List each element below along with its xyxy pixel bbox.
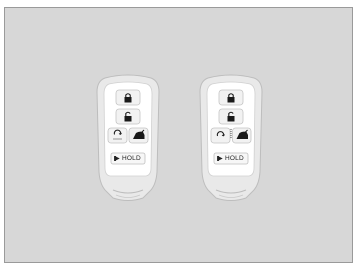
arrow-right-icon: ▶: [218, 156, 223, 162]
hold-label: ▶ HOLD: [115, 155, 141, 162]
illustration-panel: [4, 7, 353, 263]
arrow-right-icon: ▶: [115, 156, 120, 162]
key-fob-left: ▶ HOLD: [93, 72, 163, 205]
key-fob-body: [199, 74, 263, 201]
key-fob-body: [96, 74, 160, 201]
key-fob-right: ▶ HOLD: [196, 72, 266, 205]
remote-start-button: [210, 127, 231, 144]
hold-label: ▶ HOLD: [218, 155, 244, 162]
